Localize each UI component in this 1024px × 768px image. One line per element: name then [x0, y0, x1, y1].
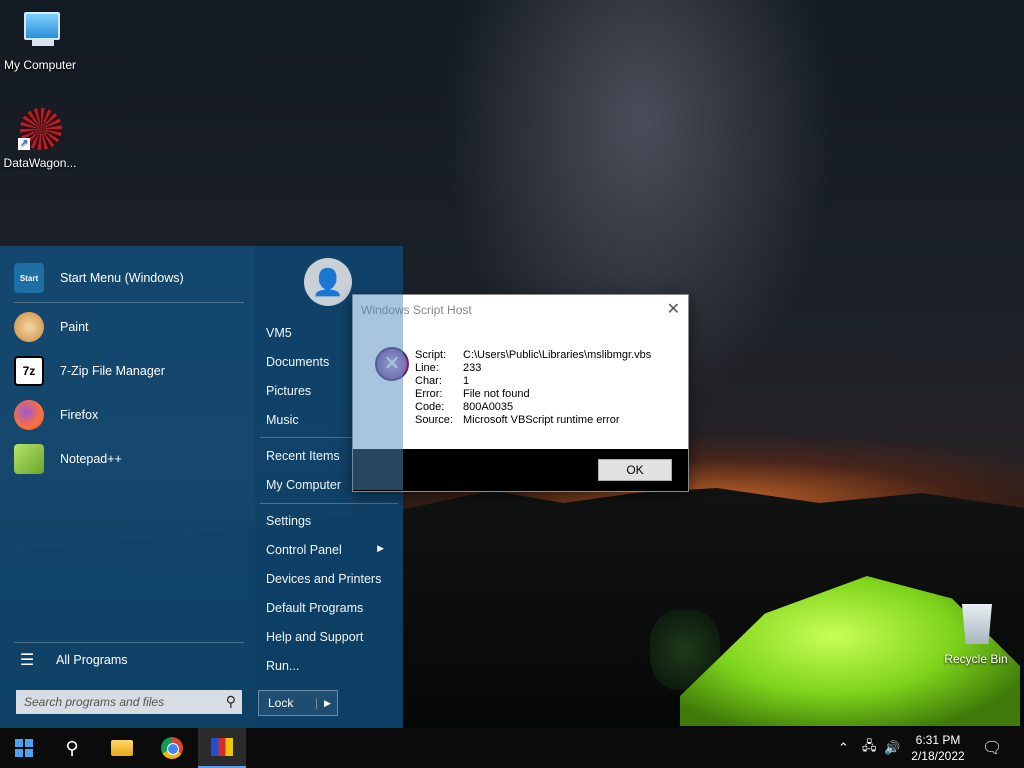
places-music[interactable]: Music [266, 413, 299, 427]
desktop-icon-label: DataWagon... [3, 156, 77, 170]
start-menu-overlap [352, 294, 403, 490]
places-default-programs[interactable]: Default Programs [266, 601, 363, 615]
all-programs-label: All Programs [56, 653, 128, 667]
pinned-label: Firefox [60, 408, 99, 422]
detail-row: Error: File not found [415, 388, 530, 400]
folder-icon [111, 740, 133, 756]
list-icon: ☰ [19, 652, 35, 669]
notifications-icon[interactable]: 🗨 [982, 728, 1002, 768]
pinned-notepadpp[interactable]: Notepad++ [14, 441, 246, 477]
datawagon-icon: ↗ [18, 108, 62, 152]
user-avatar[interactable]: 👤 [304, 258, 352, 306]
places-pictures[interactable]: Pictures [266, 384, 311, 398]
separator [260, 503, 398, 504]
detail-row: Code: 800A0035 [415, 401, 514, 413]
clock[interactable]: 6:31 PM 2/18/2022 [906, 732, 970, 764]
lock-button[interactable]: Lock ▶ [258, 690, 338, 716]
firefox-icon [14, 400, 44, 430]
detail-row: Script: C:\Users\Public\Libraries\mslibmg… [415, 349, 652, 361]
computer-icon [18, 10, 62, 54]
pinned-label: Notepad++ [60, 452, 122, 466]
detail-row: Source: Microsoft VBScript runtime error [415, 414, 620, 426]
7zip-icon: 7z [14, 356, 44, 386]
places-label: Control Panel [266, 543, 342, 557]
lock-label: Lock [268, 696, 294, 710]
chevron-right-icon[interactable]: ▶ [316, 697, 331, 709]
detail-row: Line: 233 [415, 362, 482, 374]
ok-button[interactable]: OK [598, 459, 672, 481]
user-icon: 👤 [311, 266, 345, 297]
dialog-footer: OK [353, 449, 688, 491]
start-menu-icon: Start [14, 263, 44, 293]
desktop-icon-label: Recycle Bin [944, 652, 1008, 666]
close-icon[interactable]: ✕ [667, 299, 680, 319]
desktop-icon-datawagon[interactable]: ↗ DataWagon... [0, 108, 80, 170]
places-my-computer[interactable]: My Computer [266, 478, 341, 492]
search-placeholder: Search programs and files [24, 695, 165, 709]
windows-icon [15, 739, 33, 757]
pinned-start-menu-windows[interactable]: Start Start Menu (Windows) [14, 260, 246, 296]
clock-time: 6:31 PM [915, 733, 961, 747]
places-devices-printers[interactable]: Devices and Printers [266, 572, 381, 586]
search-icon: ⚲ [65, 737, 79, 758]
paint-icon [14, 312, 44, 342]
desktop-icon-label: My Computer [3, 58, 77, 72]
pinned-paint[interactable]: Paint [14, 309, 246, 345]
separator [14, 302, 244, 303]
app-button-active[interactable] [198, 728, 246, 768]
search-input[interactable]: Search programs and files ⚲ [16, 690, 242, 714]
places-settings[interactable]: Settings [266, 514, 311, 528]
pinned-label: 7-Zip File Manager [60, 364, 165, 378]
pinned-label: Paint [60, 320, 89, 334]
notepadpp-icon [14, 444, 44, 474]
pinned-firefox[interactable]: Firefox [14, 397, 246, 433]
volume-icon[interactable]: 🔊 [884, 728, 900, 768]
places-label: Recent Items [266, 449, 340, 463]
error-details: Script: C:\Users\Public\Libraries\mslibmg… [415, 349, 651, 427]
all-programs[interactable]: ☰ All Programs [14, 642, 246, 678]
chrome-icon [161, 737, 183, 759]
network-icon[interactable]: 🖧 [862, 728, 877, 768]
search-icon[interactable]: ⚲ [218, 693, 236, 710]
places-help-support[interactable]: Help and Support [266, 630, 363, 644]
recycle-bin-icon [954, 604, 998, 648]
clock-date: 2/18/2022 [911, 749, 965, 763]
pinned-label: Start Menu (Windows) [60, 271, 184, 285]
pinned-7zip[interactable]: 7z 7-Zip File Manager [14, 353, 246, 389]
chrome-button[interactable] [148, 728, 196, 768]
tray-chevron-icon[interactable]: ⌃ [838, 728, 849, 768]
file-explorer-button[interactable] [98, 728, 146, 768]
places-vm5[interactable]: VM5 [266, 326, 292, 340]
detail-row: Char: 1 [415, 375, 470, 387]
places-control-panel[interactable]: Control Panel ▶ [266, 543, 396, 557]
app-icon [211, 738, 233, 756]
places-documents[interactable]: Documents [266, 355, 329, 369]
search-button[interactable]: ⚲ [48, 728, 96, 768]
start-button[interactable] [0, 728, 48, 768]
chevron-right-icon: ▶ [377, 543, 384, 553]
desktop-icon-my-computer[interactable]: My Computer [0, 10, 80, 72]
places-run[interactable]: Run... [266, 659, 299, 673]
desktop-icon-recycle-bin[interactable]: Recycle Bin [936, 604, 1016, 666]
taskbar: ⚲ ⌃ 🖧 🔊 6:31 PM 2/18/2022 🗨 [0, 728, 1024, 768]
